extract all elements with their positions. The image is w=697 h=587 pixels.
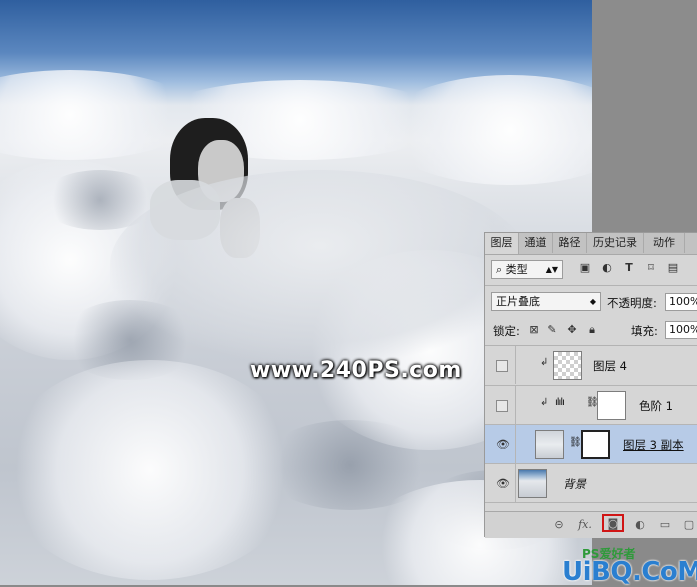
clip-arrow-icon: ↲: [540, 357, 549, 368]
visibility-off-box: [496, 360, 508, 372]
eye-icon: 👁︎: [496, 438, 510, 451]
visibility-toggle[interactable]: [493, 386, 511, 424]
site-logo: PS爱好者 UiBQ.CoM: [560, 545, 697, 587]
fill-field[interactable]: 100%: [665, 321, 697, 339]
new-layer-icon[interactable]: ▢: [681, 517, 697, 533]
adjustment-filter-icon[interactable]: ◐: [600, 261, 614, 275]
lock-position-icon[interactable]: ✥: [565, 323, 579, 337]
fx-icon[interactable]: fx.: [577, 517, 593, 533]
layer-thumbnail: [518, 469, 547, 498]
filter-kind-select[interactable]: ⌕ 类型 ▲▼: [491, 260, 563, 279]
lock-brush-icon[interactable]: ✎: [545, 323, 559, 337]
lock-all-icon[interactable]: 🔒︎: [585, 323, 599, 337]
smart-object-filter-icon[interactable]: ▤: [666, 261, 680, 275]
watermark-text: www.240PS.com: [250, 358, 462, 383]
tab-actions[interactable]: 动作: [644, 233, 685, 253]
divider: [485, 285, 697, 286]
tab-history[interactable]: 历史记录: [587, 233, 644, 253]
layer-row-layer3-copy[interactable]: 👁︎ ⛓︎ 图层 3 副本: [485, 425, 697, 464]
layer-row-levels[interactable]: ↲ ılılı ⛓︎ 色阶 1: [485, 386, 697, 425]
visibility-toggle[interactable]: 👁︎: [493, 425, 511, 463]
opacity-label: 不透明度:: [607, 296, 657, 310]
workspace-background: [592, 0, 697, 232]
panel-tabs: 图层 通道 路径 历史记录 动作: [485, 233, 697, 255]
shape-filter-icon[interactable]: ⌑: [644, 261, 658, 275]
add-mask-icon[interactable]: ◙: [602, 514, 624, 532]
layers-panel: 图层 通道 路径 历史记录 动作 ⌕ 类型 ▲▼ ▣ ◐ T ⌑ ▤ 正片叠底 …: [484, 232, 697, 538]
lock-label: 锁定:: [493, 324, 520, 338]
visibility-toggle[interactable]: [493, 346, 511, 384]
pixel-filter-icon[interactable]: ▣: [578, 261, 592, 275]
layer-name[interactable]: 背景: [563, 476, 586, 492]
visibility-off-box: [496, 400, 508, 412]
lock-transparent-icon[interactable]: ⊠: [527, 323, 541, 337]
divider: [515, 386, 516, 424]
folder-icon[interactable]: ▭: [657, 517, 673, 533]
tab-paths[interactable]: 路径: [553, 233, 587, 253]
blend-mode-select[interactable]: 正片叠底 ◆: [491, 292, 601, 311]
layer-mask-thumbnail[interactable]: [581, 430, 610, 459]
layer-row-layer4[interactable]: ↲ 图层 4: [485, 346, 697, 386]
blend-mode-value: 正片叠底: [496, 295, 540, 308]
clip-arrow-icon: ↲: [540, 397, 549, 408]
pillow: [150, 180, 220, 240]
search-icon: ⌕: [496, 263, 503, 276]
logo-text: UiBQ.CoM: [562, 557, 697, 587]
chain-link-icon[interactable]: ⛓︎: [569, 437, 582, 448]
filter-row: ⌕ 类型 ▲▼ ▣ ◐ T ⌑ ▤: [485, 257, 697, 281]
layer-name[interactable]: 图层 4: [593, 358, 627, 374]
link-icon[interactable]: ⊝: [551, 517, 567, 533]
chevron-down-icon: ◆: [589, 297, 596, 306]
visibility-toggle[interactable]: 👁︎: [493, 464, 511, 502]
layer-thumbnail: [535, 430, 564, 459]
tab-layers[interactable]: 图层: [485, 233, 519, 254]
layer-thumbnail: [553, 351, 582, 380]
eye-icon: 👁︎: [496, 477, 510, 490]
divider: [515, 346, 516, 384]
layer-row-background[interactable]: 👁︎ 背景: [485, 464, 697, 503]
chevron-down-icon: ▲▼: [545, 265, 558, 274]
adjustment-icon[interactable]: ◐: [632, 517, 648, 533]
levels-icon: ılılı: [555, 397, 565, 408]
filter-kind-label: 类型: [505, 263, 528, 276]
panel-bottom-toolbar: ⊝ fx. ◙ ◐ ▭ ▢: [485, 511, 697, 538]
layer-mask-thumbnail[interactable]: [597, 391, 626, 420]
tab-channels[interactable]: 通道: [519, 233, 553, 253]
divider: [515, 464, 516, 502]
layer-name[interactable]: 色阶 1: [639, 398, 673, 414]
divider: [515, 425, 516, 463]
fill-label: 填充:: [631, 324, 658, 338]
opacity-field[interactable]: 100%: [665, 293, 697, 311]
type-filter-icon[interactable]: T: [622, 261, 636, 275]
layer-name[interactable]: 图层 3 副本: [623, 437, 684, 453]
